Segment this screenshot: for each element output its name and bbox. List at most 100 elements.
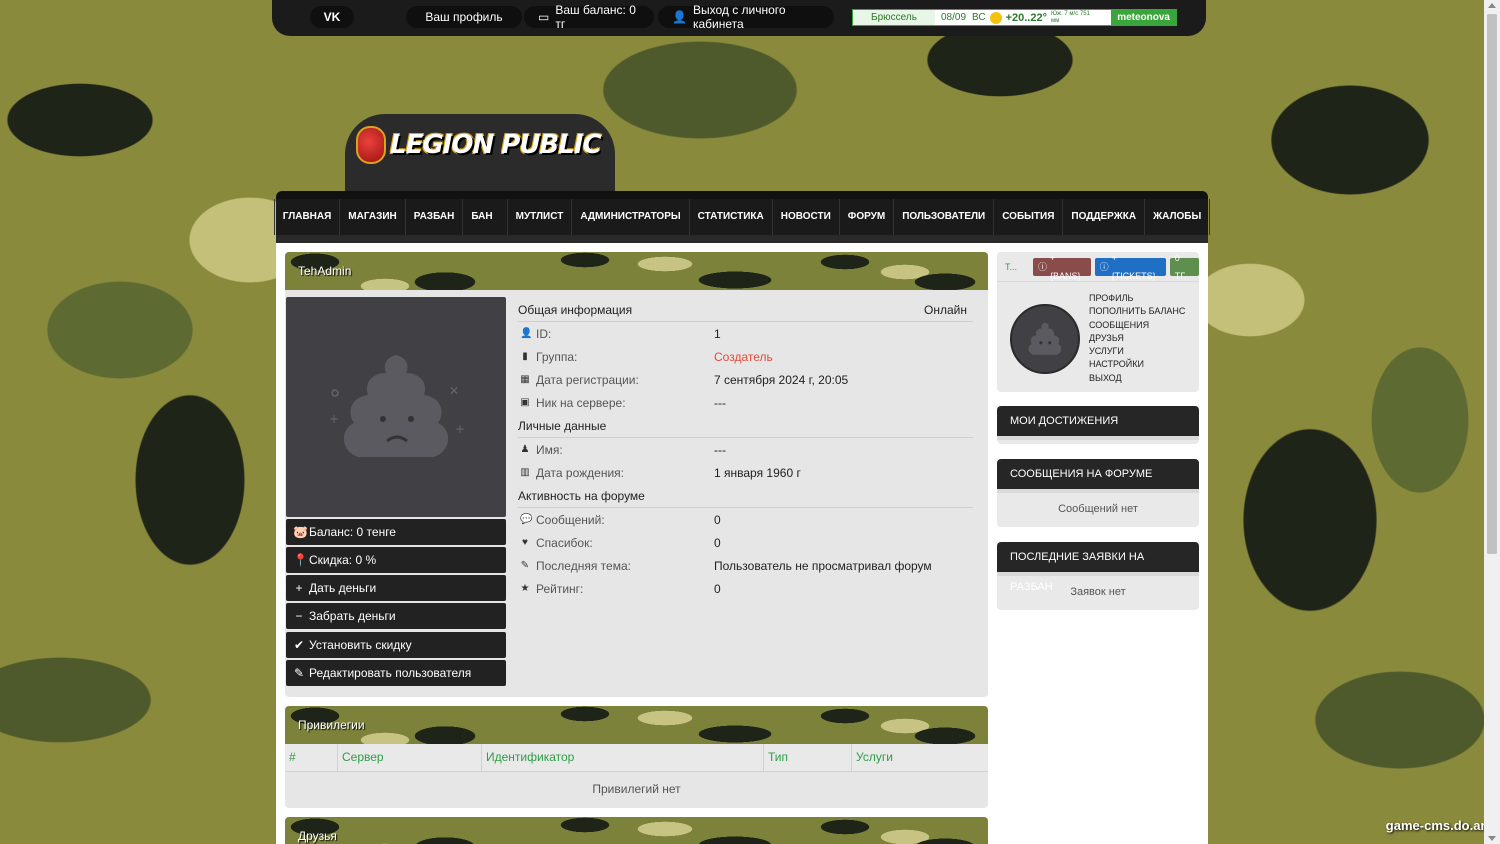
info-icon: ▥ <box>520 467 530 478</box>
info-label-text: ID: <box>536 326 552 341</box>
svg-text:+: + <box>329 412 339 426</box>
profile-action-button[interactable]: ✔ Установить скидку <box>286 632 506 658</box>
col-server[interactable]: Сервер <box>338 744 482 771</box>
info-row: ♥ Спасибок: 0 <box>518 531 973 554</box>
weather-day: ВС <box>972 12 986 23</box>
action-icon: − <box>295 609 303 623</box>
forum-messages-title[interactable]: СООБЩЕНИЯ НА ФОРУМЕ <box>997 459 1199 493</box>
weather-widget[interactable]: Брюссель 08/09 ВС +20..22° Юж. 7 м/с 751… <box>852 9 1177 26</box>
balance-link[interactable]: ▭ Ваш баланс: 0 тг <box>524 3 654 31</box>
weather-temp: +20..22° <box>1005 11 1047 24</box>
profile-action-button[interactable]: 🐷 Баланс: 0 тенге <box>286 519 506 545</box>
sun-icon <box>989 11 1002 24</box>
action-icon: ✎ <box>293 666 305 680</box>
privileges-title: Привилегии <box>298 718 365 732</box>
weather-brand: meteonova <box>1111 10 1176 25</box>
forum-activity-title: Активность на форуме <box>518 489 645 503</box>
user-short-name[interactable]: T... <box>1005 262 1029 272</box>
sidebar-avatar[interactable] <box>1010 304 1080 374</box>
nav-item[interactable]: МАГАЗИН <box>340 199 406 235</box>
nav-item[interactable]: ПОДДЕРЖКА <box>1063 199 1146 235</box>
user-menu-link[interactable]: ПРОФИЛЬ <box>1089 292 1185 305</box>
svg-text:+: + <box>455 422 465 436</box>
col-type[interactable]: Тип <box>764 744 852 771</box>
nav-item[interactable]: ФОРУМ <box>840 199 895 235</box>
nav-item[interactable]: БАН ЛИСТ <box>463 199 508 258</box>
main-nav: ГЛАВНАЯМАГАЗИНРАЗБАНБАН ЛИСТМУТЛИСТАДМИН… <box>273 191 1211 258</box>
info-row: ✎ Последняя тема: Пользователь не просматр… <box>518 554 973 577</box>
vk-link[interactable]: VK <box>310 6 354 28</box>
nav-item[interactable]: НОВОСТИ <box>773 199 840 235</box>
info-value: --- <box>714 395 726 410</box>
info-value: --- <box>714 442 726 457</box>
profile-action-button[interactable]: − Забрать деньги <box>286 603 506 629</box>
scroll-thumb[interactable] <box>1487 14 1497 554</box>
group-link[interactable]: Создатель <box>714 350 773 364</box>
profile-link[interactable]: Ваш профиль <box>406 6 522 28</box>
unban-requests-title[interactable]: ПОСЛЕДНИЕ ЗАЯВКИ НА РАЗБАН <box>997 542 1199 593</box>
user-menu-link[interactable]: ДРУЗЬЯ <box>1089 332 1185 345</box>
achievements-title[interactable]: МОИ ДОСТИЖЕНИЯ <box>997 406 1199 440</box>
tickets-badge[interactable]: ⓘ +{TICKETS} <box>1094 253 1166 281</box>
profile-link-label: Ваш профиль <box>425 10 503 24</box>
action-label: Установить скидку <box>309 638 412 652</box>
user-menu-link[interactable]: УСЛУГИ <box>1089 345 1185 358</box>
nav-item[interactable]: СТАТИСТИКА <box>690 199 773 235</box>
personal-info-heading: Личные данные <box>518 414 973 438</box>
info-label-text: Группа: <box>536 349 578 364</box>
action-label: Дать деньги <box>309 581 377 595</box>
nav-item[interactable]: ГЛАВНАЯ <box>273 199 341 235</box>
site-logo[interactable]: LEGION PUBLIC <box>356 126 602 164</box>
nav-item[interactable]: РАЗБАН <box>406 199 464 235</box>
info-label: ♟ Имя: <box>518 443 714 457</box>
nav-item[interactable]: СОБЫТИЯ ПРОЕКТА <box>994 199 1064 258</box>
nav-item[interactable]: ПОЛЬЗОВАТЕЛИ <box>894 199 995 235</box>
user-menu-link[interactable]: НАСТРОЙКИ <box>1089 358 1185 371</box>
info-row: ♟ Имя: --- <box>518 438 973 461</box>
info-label-text: Дата регистрации: <box>536 372 639 387</box>
col-services[interactable]: Услуги <box>852 744 988 771</box>
user-sidebar-header: T... ⓘ +{BANS} ⓘ +{TICKETS} 0 ТГ. <box>997 252 1199 282</box>
info-icon: ▮ <box>522 351 528 362</box>
profile-action-button[interactable]: + Дать деньги <box>286 575 506 601</box>
achievements-panel: МОИ ДОСТИЖЕНИЯ <box>997 406 1199 444</box>
col-identifier[interactable]: Идентификатор <box>482 744 764 771</box>
logout-link[interactable]: 👤 Выход с личного кабинета <box>658 3 834 31</box>
user-menu-link[interactable]: СООБЩЕНИЯ <box>1089 319 1185 332</box>
info-value: 1 <box>714 326 721 341</box>
action-icon: + <box>295 581 303 595</box>
info-label: 💬 Сообщений: <box>518 513 714 527</box>
info-label: ✎ Последняя тема: <box>518 559 714 573</box>
money-badge-label: 0 ТГ. <box>1174 252 1187 281</box>
nav-item[interactable]: МУТЛИСТ <box>508 199 573 235</box>
user-menu-link[interactable]: ПОПОЛНИТЬ БАЛАНС <box>1089 305 1185 318</box>
profile-action-button[interactable]: 📍 Скидка: 0 % <box>286 547 506 573</box>
privileges-table-head: # Сервер Идентификатор Тип Услуги <box>285 744 988 772</box>
money-badge[interactable]: 0 ТГ. <box>1169 253 1199 281</box>
profile-panel-header: TehAdmin <box>285 252 988 290</box>
logo-text: LEGION PUBLIC <box>390 130 602 160</box>
info-label: ▣ Ник на сервере: <box>518 396 714 410</box>
info-value: Пользователь не просматривал форум <box>714 558 932 573</box>
info-value: 0 <box>714 535 721 550</box>
info-icon: 💬 <box>520 514 533 525</box>
vk-icon: VK <box>323 10 341 24</box>
scroll-down-icon[interactable] <box>1488 836 1496 841</box>
logout-label: Выход с личного кабинета <box>692 3 786 31</box>
info-label-text: Сообщений: <box>536 512 605 527</box>
profile-action-button[interactable]: ✎ Редактировать пользователя <box>286 660 506 686</box>
info-value: 0 <box>714 581 721 596</box>
scroll-up-icon[interactable] <box>1488 3 1496 8</box>
info-value: 1 января 1960 г <box>714 465 801 480</box>
nav-item[interactable]: ЖАЛОБЫ <box>1145 199 1211 235</box>
user-menu-link[interactable]: ВЫХОД <box>1089 372 1185 385</box>
nav-item[interactable]: АДМИНИСТРАТОРЫ <box>572 199 690 235</box>
bans-badge[interactable]: ⓘ +{BANS} <box>1032 253 1091 281</box>
info-icon: ⓘ <box>1037 261 1047 272</box>
page-scrollbar[interactable] <box>1484 0 1500 844</box>
info-icon: ✎ <box>520 560 530 571</box>
info-label: ♥ Спасибок: <box>518 536 714 550</box>
col-number[interactable]: # <box>285 744 338 771</box>
info-label: 👤 ID: <box>518 327 714 341</box>
poop-avatar-icon <box>1028 322 1062 355</box>
